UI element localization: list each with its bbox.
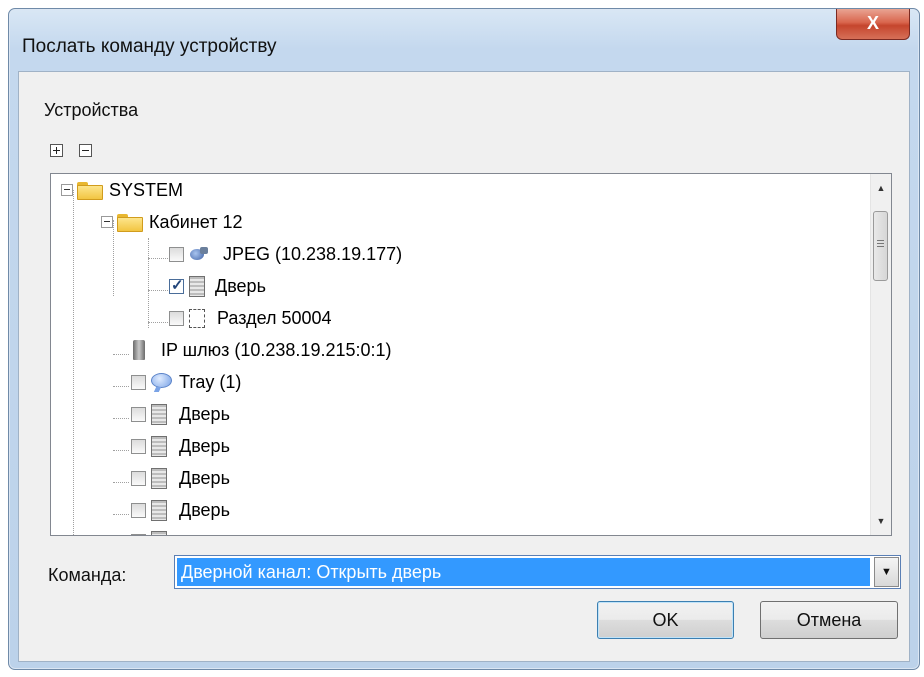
tree-item-partial	[131, 526, 167, 535]
tree-line	[113, 418, 129, 419]
tree-item-door[interactable]: Дверь	[131, 399, 230, 429]
tree-line	[148, 238, 149, 328]
device-checkbox[interactable]	[169, 310, 184, 326]
scroll-up-icon[interactable]: ▲	[871, 178, 891, 198]
tree-line	[113, 354, 129, 355]
collapse-toggle-icon[interactable]	[61, 184, 73, 196]
tree-line	[148, 322, 168, 323]
tree-line	[113, 514, 129, 515]
device-checkbox[interactable]	[131, 533, 146, 535]
tree-item-door[interactable]: Дверь	[131, 463, 230, 493]
folder-icon	[77, 180, 103, 200]
tree-item-label: Кабинет 12	[149, 211, 243, 232]
device-checkbox[interactable]	[169, 276, 184, 294]
tree-item-label: Дверь	[179, 435, 230, 456]
tree-item-label: JPEG (10.238.19.177)	[223, 243, 403, 264]
tree-item-label: Дверь	[179, 499, 230, 520]
device-checkbox[interactable]	[131, 502, 146, 518]
tree-item-label: IP шлюз (10.238.19.215:0:1)	[161, 339, 392, 360]
tree-item-label: Раздел 50004	[217, 307, 332, 328]
tree-item-partition[interactable]: Раздел 50004	[169, 303, 332, 333]
tree-item-label: SYSTEM	[109, 179, 184, 200]
tree-line	[113, 386, 129, 387]
command-select[interactable]: Дверной канал: Открыть дверь ▼	[174, 555, 901, 589]
tree-line	[113, 482, 129, 483]
door-icon	[151, 467, 167, 489]
command-label: Команда:	[48, 565, 127, 585]
grip-icon	[877, 240, 884, 249]
tree-item-label: Tray (1)	[179, 371, 242, 392]
camera-icon	[189, 245, 209, 263]
door-icon	[151, 403, 167, 425]
tree-item-cabinet[interactable]: Кабинет 12	[101, 207, 242, 237]
collapse-all-icon[interactable]	[79, 144, 92, 157]
window-title: Послать команду устройству	[22, 36, 277, 57]
cancel-button[interactable]: Отмена	[760, 601, 898, 639]
tree-item-door[interactable]: Дверь	[131, 431, 230, 461]
scroll-thumb[interactable]	[873, 211, 888, 281]
tree-item-gateway[interactable]: IP шлюз (10.238.19.215:0:1)	[133, 335, 392, 365]
command-value: Дверной канал: Открыть дверь	[177, 558, 870, 586]
tree-viewport: SYSTEM Кабинет 12 JPEG (10.238.19.177) Д…	[51, 174, 870, 535]
door-icon	[189, 275, 205, 297]
tree-item-door[interactable]: Дверь	[169, 271, 266, 301]
device-checkbox[interactable]	[169, 246, 184, 262]
device-checkbox[interactable]	[131, 438, 146, 454]
close-button[interactable]: X	[836, 9, 910, 40]
device-tree[interactable]: SYSTEM Кабинет 12 JPEG (10.238.19.177) Д…	[50, 173, 892, 536]
device-checkbox[interactable]	[131, 374, 146, 390]
tree-item-label: Дверь	[179, 467, 230, 488]
partition-icon	[189, 308, 205, 328]
title-bar[interactable]: Послать команду устройству X	[9, 9, 919, 71]
door-icon	[151, 435, 167, 457]
tree-item-label: Дверь	[215, 275, 266, 296]
scroll-down-icon[interactable]: ▼	[871, 511, 891, 531]
tree-item-label: Дверь	[179, 403, 230, 424]
tree-line	[113, 450, 129, 451]
folder-icon	[117, 212, 143, 232]
ok-button[interactable]: OK	[597, 601, 734, 639]
device-checkbox[interactable]	[131, 470, 146, 486]
dialog-window: Послать команду устройству X Устройства	[8, 8, 920, 670]
tree-line	[148, 258, 168, 259]
tree-item-door[interactable]: Дверь	[131, 495, 230, 525]
dialog-body: Устройства SYSTEM Кабинет 12 JPEG (10.23…	[18, 71, 910, 662]
vertical-scrollbar[interactable]: ▲ ▼	[870, 174, 891, 535]
door-icon	[151, 499, 167, 521]
tray-icon	[151, 372, 173, 392]
dropdown-arrow-icon[interactable]: ▼	[874, 557, 899, 587]
gateway-icon	[133, 340, 145, 360]
device-checkbox[interactable]	[131, 406, 146, 422]
door-icon	[151, 530, 167, 535]
tree-item-camera[interactable]: JPEG (10.238.19.177)	[169, 239, 402, 269]
tree-item-tray[interactable]: Tray (1)	[131, 367, 241, 397]
tree-line	[73, 190, 74, 535]
expand-all-icon[interactable]	[50, 144, 63, 157]
collapse-toggle-icon[interactable]	[101, 216, 113, 228]
tree-line	[148, 290, 168, 291]
tree-item-system[interactable]: SYSTEM	[61, 175, 183, 205]
devices-label: Устройства	[44, 100, 139, 120]
